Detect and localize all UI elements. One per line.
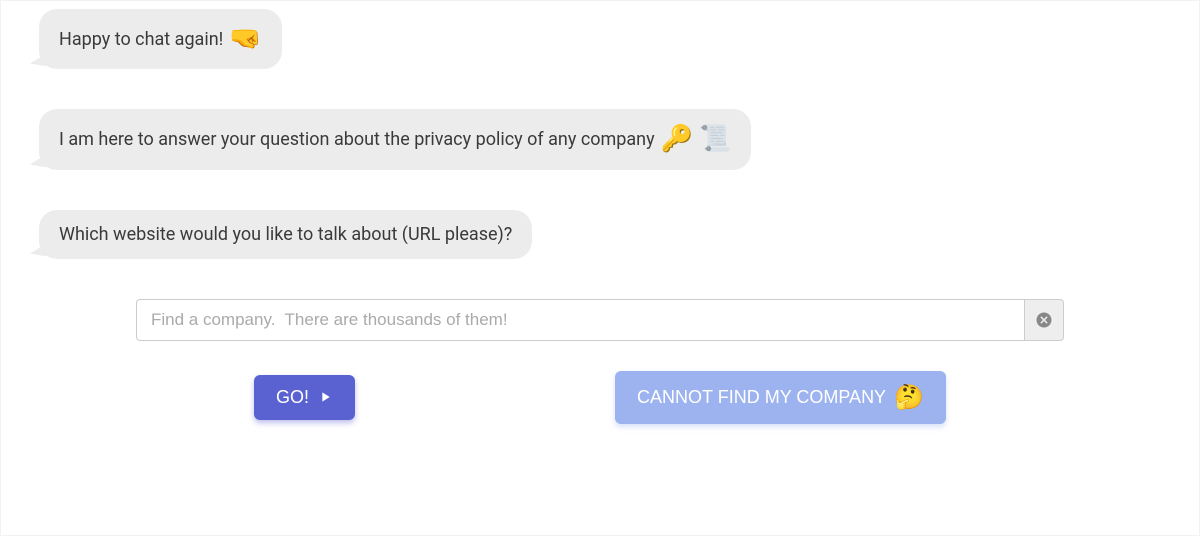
chat-container: Happy to chat again! 🤜 I am here to answ… <box>9 9 1191 515</box>
thinking-emoji-icon: 🤔 <box>894 383 924 412</box>
chat-bubble: Happy to chat again! 🤜 <box>39 9 282 69</box>
bubble-text: Happy to chat again! <box>59 27 223 52</box>
scroll-emoji-icon: 📜 <box>699 121 731 157</box>
action-buttons: GO! CANNOT FIND MY COMPANY 🤔 <box>9 371 1191 424</box>
chat-messages: Happy to chat again! 🤜 I am here to answ… <box>9 9 1191 299</box>
key-emoji-icon: 🔑 <box>661 121 693 157</box>
chat-bubble: Which website would you like to talk abo… <box>39 210 532 259</box>
chat-bubble: I am here to answer your question about … <box>39 109 751 169</box>
cannot-find-button[interactable]: CANNOT FIND MY COMPANY 🤔 <box>615 371 946 424</box>
close-circle-icon <box>1035 311 1053 329</box>
bubble-text: Which website would you like to talk abo… <box>59 222 512 247</box>
search-input-group <box>136 299 1064 341</box>
go-button-label: GO! <box>276 387 309 408</box>
go-button[interactable]: GO! <box>254 375 355 420</box>
play-icon <box>317 389 333 405</box>
clear-search-button[interactable] <box>1024 299 1064 341</box>
cannot-find-label: CANNOT FIND MY COMPANY <box>637 387 886 408</box>
bubble-text: I am here to answer your question about … <box>59 127 655 152</box>
company-search-input[interactable] <box>136 299 1024 341</box>
fist-emoji-icon: 🤜 <box>229 21 261 57</box>
